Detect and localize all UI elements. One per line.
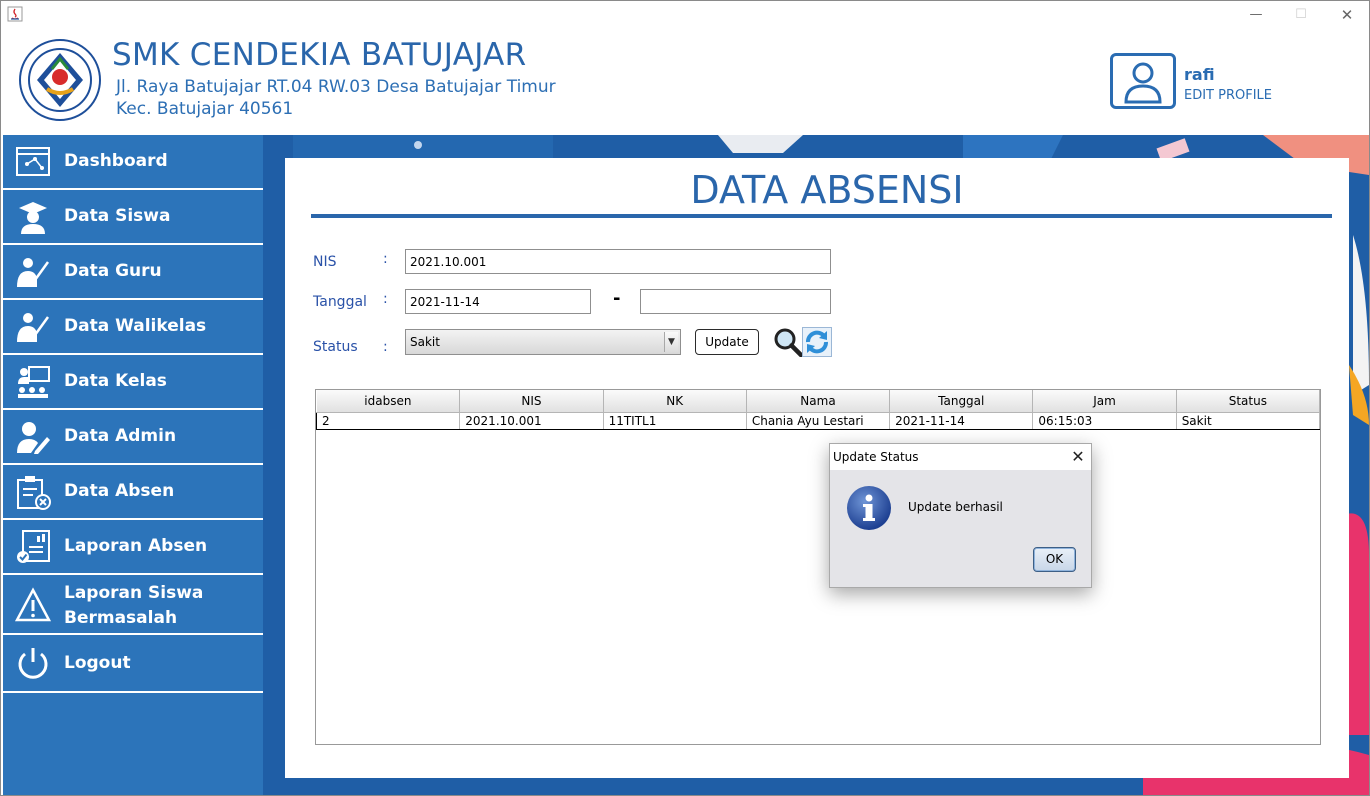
sidebar-item-data-guru[interactable]: Data Guru <box>3 245 263 300</box>
nis-colon: : <box>383 251 388 267</box>
sidebar: Dashboard Data Siswa Data Guru Data Wali… <box>3 135 263 795</box>
sidebar-label: Data Siswa <box>64 206 171 226</box>
attendance-table[interactable]: idabsen NIS NK Nama Tanggal Jam Status 2… <box>315 389 1321 745</box>
dialog-title: Update Status <box>830 444 1091 470</box>
report-icon <box>17 530 50 563</box>
status-label: Status <box>313 339 358 355</box>
attendance-icon <box>17 476 51 510</box>
info-icon <box>847 486 891 530</box>
table-cell: 2 <box>315 412 461 430</box>
table-header-row: idabsen NIS NK Nama Tanggal Jam Status <box>316 390 1321 413</box>
sidebar-label: Dashboard <box>64 151 168 171</box>
table-cell: 2021-11-14 <box>889 412 1034 430</box>
user-name: rafi <box>1184 65 1215 84</box>
search-icon[interactable] <box>773 327 803 357</box>
status-colon: : <box>383 339 388 355</box>
sidebar-item-data-admin[interactable]: Data Admin <box>3 410 263 465</box>
nis-input[interactable]: 2021.10.001 <box>405 249 831 274</box>
dialog-message: Update berhasil <box>908 500 1003 514</box>
classroom-icon <box>18 366 50 398</box>
chevron-down-icon[interactable]: ▼ <box>664 332 678 352</box>
sidebar-label: Data Guru <box>64 261 162 281</box>
sidebar-item-data-absen[interactable]: Data Absen <box>3 465 263 520</box>
dashboard-icon <box>16 147 50 176</box>
homeroom-teacher-icon <box>17 313 50 342</box>
main-panel: DATA ABSENSI NIS : 2021.10.001 Tanggal :… <box>285 158 1349 778</box>
column-header[interactable]: Tanggal <box>889 390 1034 413</box>
column-header[interactable]: Jam <box>1032 390 1177 413</box>
maximize-button[interactable]: ☐ <box>1286 5 1316 25</box>
user-icon <box>1124 62 1162 104</box>
school-name: SMK CENDEKIA BATUJAJAR <box>112 37 527 73</box>
page-title: DATA ABSENSI <box>690 168 964 212</box>
tanggal-colon: : <box>383 291 388 307</box>
sidebar-label: Data Admin <box>64 426 177 446</box>
java-icon <box>7 6 23 22</box>
app-header: SMK CENDEKIA BATUJAJAR Jl. Raya Batujaja… <box>1 29 1369 135</box>
student-icon <box>19 202 47 234</box>
tanggal-label: Tanggal <box>313 294 367 310</box>
address-line-2: Kec. Batujajar 40561 <box>116 99 294 119</box>
table-cell: 2021.10.001 <box>459 412 604 430</box>
tanggal-from-input[interactable]: 2021-11-14 <box>405 289 591 314</box>
status-select-value: Sakit <box>410 335 440 349</box>
table-row[interactable]: 2 2021.10.001 11TITL1 Chania Ayu Lestari… <box>315 412 1321 430</box>
app-window: — ☐ ✕ SMK CENDEKIA BATUJAJAR Jl. Raya Ba… <box>0 0 1370 796</box>
minimize-button[interactable]: — <box>1241 5 1271 25</box>
title-divider <box>311 214 1332 218</box>
profile-avatar[interactable] <box>1110 53 1176 109</box>
sidebar-item-dashboard[interactable]: Dashboard <box>3 135 263 190</box>
teacher-icon <box>17 258 50 287</box>
table-cell: Chania Ayu Lestari <box>746 412 891 430</box>
date-range-separator: - <box>613 288 621 309</box>
table-cell: 11TITL1 <box>603 412 747 430</box>
sidebar-item-laporan-absen[interactable]: Laporan Absen <box>3 520 263 575</box>
warning-icon <box>15 587 51 622</box>
school-logo <box>19 39 101 121</box>
update-button[interactable]: Update <box>695 329 759 355</box>
column-header[interactable]: Status <box>1176 390 1321 413</box>
column-header[interactable]: NIS <box>459 390 604 413</box>
edit-profile-link[interactable]: EDIT PROFILE <box>1184 88 1272 103</box>
power-icon <box>18 648 48 679</box>
close-window-button[interactable]: ✕ <box>1332 5 1362 25</box>
sidebar-item-data-kelas[interactable]: Data Kelas <box>3 355 263 410</box>
sidebar-label: Data Absen <box>64 481 175 501</box>
title-bar: — ☐ ✕ <box>1 1 1369 29</box>
status-select[interactable]: Sakit ▼ <box>405 329 681 355</box>
sidebar-label: Laporan Absen <box>64 536 208 556</box>
tanggal-to-input[interactable] <box>640 289 831 314</box>
sidebar-item-logout[interactable]: Logout <box>3 635 263 693</box>
table-cell: Sakit <box>1176 412 1321 430</box>
dialog-close-button[interactable]: ✕ <box>1068 446 1088 468</box>
sidebar-label: Laporan Siswa Bermasalah <box>64 583 204 628</box>
column-header[interactable]: idabsen <box>316 390 461 413</box>
refresh-icon[interactable] <box>802 327 832 357</box>
column-header[interactable]: NK <box>603 390 747 413</box>
sidebar-item-data-walikelas[interactable]: Data Walikelas <box>3 300 263 355</box>
sidebar-label: Data Walikelas <box>64 316 207 336</box>
admin-icon <box>17 422 50 454</box>
sidebar-label: Logout <box>64 653 131 673</box>
nis-label: NIS <box>313 254 337 270</box>
sidebar-item-data-siswa[interactable]: Data Siswa <box>3 190 263 245</box>
address-line-1: Jl. Raya Batujajar RT.04 RW.03 Desa Batu… <box>116 77 556 97</box>
sidebar-item-laporan-siswa-bermasalah[interactable]: Laporan Siswa Bermasalah <box>3 575 263 635</box>
table-cell: 06:15:03 <box>1032 412 1177 430</box>
sidebar-label: Data Kelas <box>64 371 167 391</box>
ok-button[interactable]: OK <box>1033 547 1076 572</box>
column-header[interactable]: Nama <box>746 390 891 413</box>
update-status-dialog: Update Status ✕ Update berhasil OK <box>829 443 1092 588</box>
